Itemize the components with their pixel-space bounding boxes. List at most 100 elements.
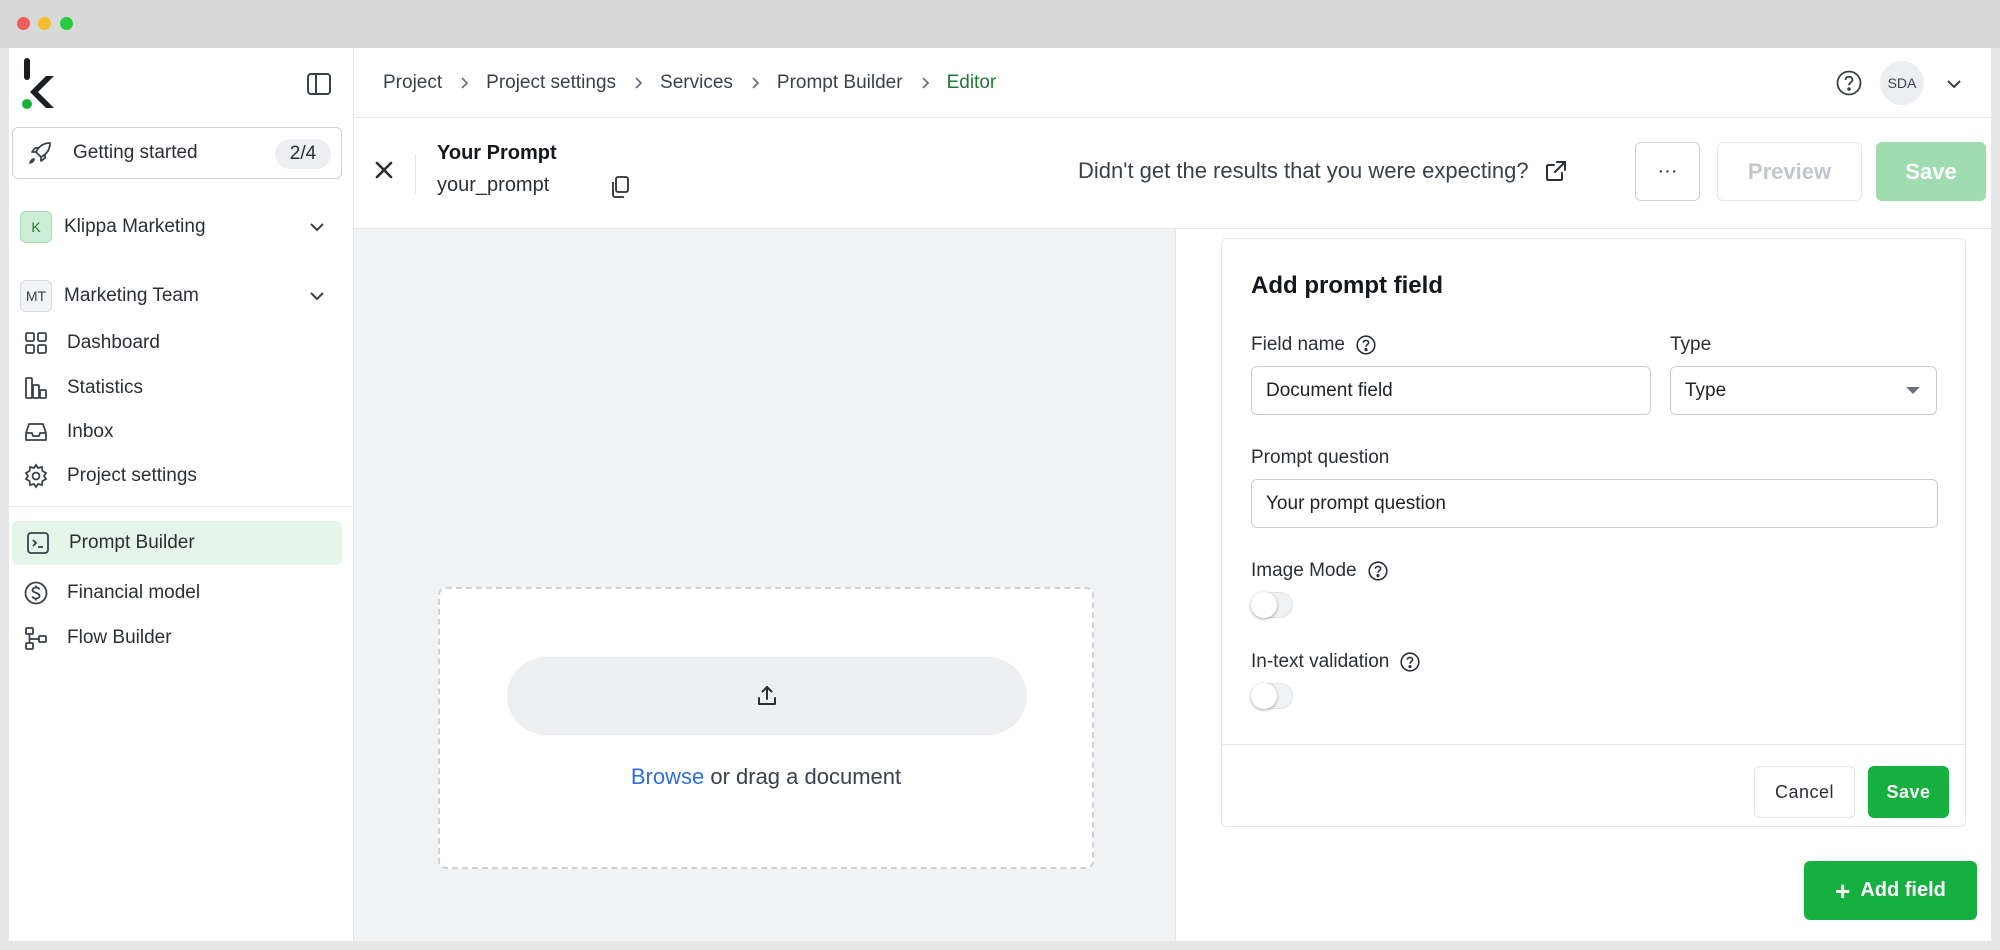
form-footer-divider [1222, 744, 1965, 745]
chevron-right-icon [752, 76, 760, 89]
dollar-circle-icon [24, 581, 48, 605]
breadcrumb-project-settings[interactable]: Project settings [486, 72, 616, 94]
getting-started-label: Getting started [73, 142, 198, 163]
sidebar-divider [9, 506, 354, 507]
chevron-down-icon[interactable] [1944, 74, 1964, 94]
organization-switcher[interactable]: K Klippa Marketing [9, 205, 349, 249]
chevron-down-icon[interactable] [307, 286, 327, 306]
rocket-icon [29, 142, 51, 164]
prompt-title: Your Prompt [437, 142, 557, 164]
help-circle-icon[interactable] [1835, 69, 1863, 97]
help-circle-icon[interactable] [1399, 651, 1421, 673]
app-window: Getting started 2/4 K Klippa Marketing M… [9, 48, 1991, 941]
bar-chart-icon [25, 377, 47, 399]
dropzone-instructions: Browse or drag a document [440, 764, 1092, 790]
sidebar-item-label: Project settings [67, 465, 197, 486]
sidebar: Getting started 2/4 K Klippa Marketing M… [9, 48, 354, 941]
toggle-knob [1251, 683, 1277, 709]
in-text-validation-toggle[interactable] [1251, 683, 1293, 709]
add-prompt-field-form: Add prompt field Field name Document fie… [1221, 238, 1966, 827]
save-field-button[interactable]: Save [1868, 766, 1949, 818]
team-switcher[interactable]: MT Marketing Team [9, 274, 349, 318]
window-close-dot[interactable] [17, 17, 30, 30]
browse-link[interactable]: Browse [631, 764, 704, 789]
type-label: Type [1670, 334, 1712, 355]
chevron-right-icon [921, 76, 929, 89]
cancel-button[interactable]: Cancel [1754, 766, 1855, 818]
form-title: Add prompt field [1251, 272, 1443, 299]
type-select-value: Type [1685, 379, 1727, 401]
chevron-down-icon[interactable] [307, 217, 327, 237]
gear-icon [24, 463, 48, 489]
help-circle-icon[interactable] [1355, 334, 1377, 356]
upload-button[interactable] [507, 657, 1027, 735]
sidebar-item-flow-builder[interactable]: Flow Builder [9, 616, 349, 660]
chevron-right-icon [635, 76, 643, 89]
sidebar-item-label: Statistics [67, 377, 144, 398]
team-avatar: MT [20, 280, 52, 312]
prompt-slug: your_prompt [437, 174, 550, 196]
main-content: Project Project settings Services Prompt… [354, 48, 1991, 941]
feedback-link[interactable]: Didn't get the results that you were exp… [1078, 158, 1569, 184]
sidebar-item-financial-model[interactable]: Financial model [9, 571, 349, 615]
klippa-logo-icon[interactable] [18, 58, 58, 110]
more-options-button[interactable]: ··· [1635, 142, 1700, 201]
prompt-question-input[interactable]: Your prompt question [1251, 479, 1938, 528]
header-divider [415, 154, 416, 194]
terminal-icon [27, 532, 49, 554]
external-link-icon [1545, 161, 1566, 181]
dashboard-grid-icon [25, 332, 47, 354]
sidebar-item-project-settings[interactable]: Project settings [9, 454, 349, 498]
sidebar-toggle-icon[interactable] [305, 70, 333, 98]
getting-started-progress-badge: 2/4 [275, 139, 331, 169]
preview-button[interactable]: Preview [1717, 142, 1862, 201]
sidebar-item-dashboard[interactable]: Dashboard [9, 321, 349, 365]
sidebar-item-label: Financial model [67, 582, 201, 603]
feedback-link-label: Didn't get the results that you were exp… [1078, 158, 1529, 183]
breadcrumb: Project Project settings Services Prompt… [354, 48, 1991, 118]
inbox-icon [25, 423, 47, 441]
field-name-label-text: Field name [1251, 334, 1345, 355]
in-text-validation-label-text: In-text validation [1251, 651, 1390, 672]
toggle-knob [1251, 592, 1277, 618]
sidebar-item-label: Prompt Builder [69, 532, 195, 553]
window-title-bar [0, 0, 2000, 48]
chevron-right-icon [461, 76, 469, 89]
organization-avatar: K [20, 211, 52, 243]
upload-icon [758, 686, 776, 705]
breadcrumb-services[interactable]: Services [660, 72, 733, 94]
window-minimize-dot[interactable] [38, 17, 51, 30]
save-prompt-button[interactable]: Save [1876, 142, 1986, 201]
image-mode-label: Image Mode [1251, 560, 1389, 582]
in-text-validation-label: In-text validation [1251, 651, 1421, 673]
caret-down-icon [1906, 387, 1920, 394]
help-circle-icon[interactable] [1367, 560, 1389, 582]
image-mode-toggle[interactable] [1251, 592, 1293, 618]
dropzone-rest-text: or drag a document [704, 764, 902, 789]
team-name: Marketing Team [64, 285, 199, 306]
breadcrumb-editor: Editor [946, 71, 997, 93]
document-dropzone[interactable]: Browse or drag a document [438, 587, 1094, 869]
add-field-button[interactable]: + Add field [1804, 861, 1977, 920]
prompt-question-label: Prompt question [1251, 447, 1390, 468]
plus-icon: + [1835, 875, 1851, 906]
image-mode-label-text: Image Mode [1251, 560, 1357, 581]
sidebar-item-label: Flow Builder [67, 627, 172, 648]
copy-icon[interactable] [607, 174, 633, 200]
breadcrumb-prompt-builder[interactable]: Prompt Builder [777, 72, 903, 94]
document-preview-area: Browse or drag a document [354, 229, 1176, 941]
sidebar-item-prompt-builder[interactable]: Prompt Builder [12, 521, 342, 565]
field-name-input[interactable]: Document field [1251, 366, 1651, 415]
breadcrumb-project[interactable]: Project [383, 72, 442, 94]
sidebar-item-statistics[interactable]: Statistics [9, 366, 349, 410]
type-select[interactable]: Type [1670, 366, 1937, 415]
field-name-label: Field name [1251, 334, 1377, 356]
flow-icon [25, 627, 47, 650]
editor-header: Your Prompt your_prompt Didn't get the r… [354, 118, 1991, 229]
getting-started-button[interactable]: Getting started 2/4 [12, 127, 342, 179]
add-field-label: Add field [1860, 879, 1946, 901]
close-icon[interactable] [371, 157, 397, 183]
user-avatar[interactable]: SDA [1880, 61, 1924, 105]
window-maximize-dot[interactable] [60, 17, 73, 30]
sidebar-item-inbox[interactable]: Inbox [9, 410, 349, 454]
